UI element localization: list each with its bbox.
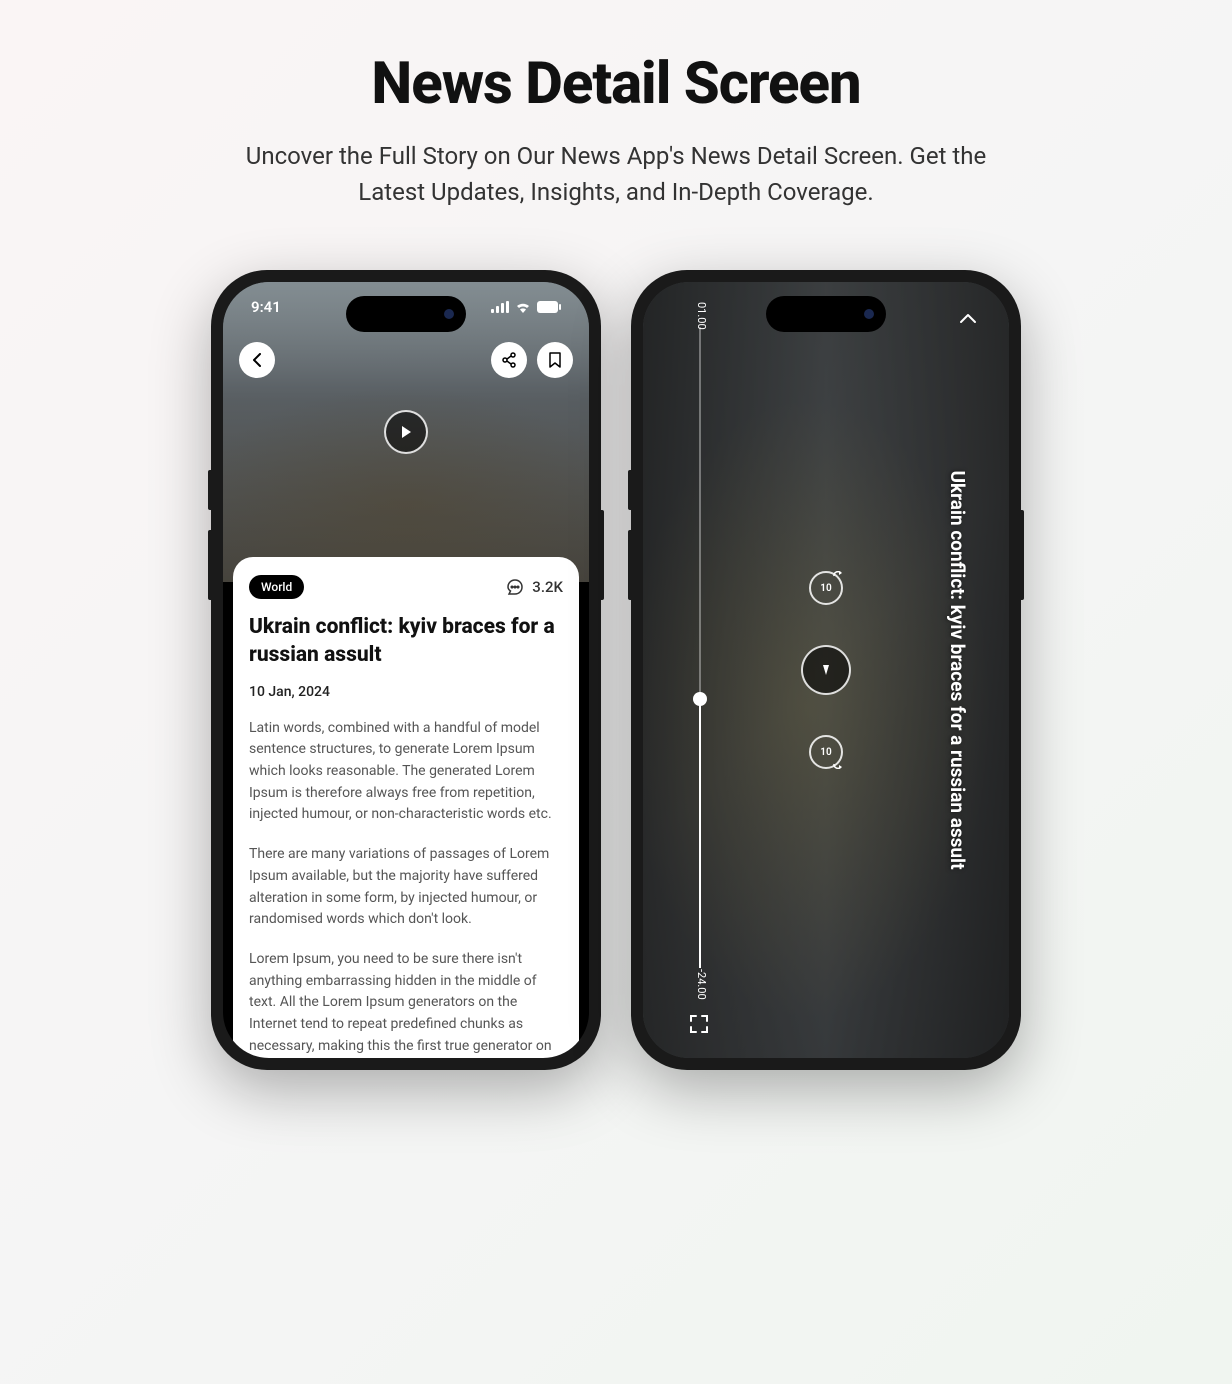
play-button[interactable] xyxy=(384,410,428,454)
phone-mockup-detail: 9:41 xyxy=(211,270,601,1070)
article-card: World 3.2K Ukrain conflict: kyiv braces … xyxy=(233,557,579,1058)
article-body: Latin words, combined with a handful of … xyxy=(249,718,563,1058)
phone-mockup-video: Ukrain conflict: kyiv braces for a russi… xyxy=(631,270,1021,1070)
video-player: Ukrain conflict: kyiv braces for a russi… xyxy=(643,282,1009,1058)
article-paragraph: Latin words, combined with a handful of … xyxy=(249,718,563,826)
bookmark-icon xyxy=(548,352,562,368)
battery-icon xyxy=(537,301,561,313)
share-button[interactable] xyxy=(491,342,527,378)
video-current-time: -24.00 xyxy=(695,969,708,1000)
skip-back-button[interactable]: 10 xyxy=(809,571,843,605)
page-subtitle: Uncover the Full Story on Our News App's… xyxy=(226,138,1006,210)
signal-icon xyxy=(491,301,509,313)
article-title: Ukrain conflict: kyiv braces for a russi… xyxy=(249,613,563,670)
phone-notch xyxy=(766,296,886,332)
skip-back-arrow-icon xyxy=(833,571,843,581)
video-total-time: 01.00 xyxy=(695,302,708,330)
comment-icon xyxy=(506,578,524,596)
article-date: 10 Jan, 2024 xyxy=(249,684,563,700)
video-progress-bar[interactable] xyxy=(699,327,701,968)
video-back-button[interactable] xyxy=(959,310,977,329)
video-title: Ukrain conflict: kyiv braces for a russi… xyxy=(946,470,969,869)
status-time: 9:41 xyxy=(251,298,281,316)
back-button[interactable] xyxy=(239,342,275,378)
skip-forward-label: 10 xyxy=(820,747,831,758)
skip-forward-button[interactable]: 10 xyxy=(809,735,843,769)
wifi-icon xyxy=(515,301,531,313)
page-title: News Detail Screen xyxy=(20,50,1212,118)
play-icon xyxy=(399,425,413,439)
comments-count[interactable]: 3.2K xyxy=(506,578,563,596)
status-icons xyxy=(491,301,561,313)
video-progress-fill xyxy=(699,699,701,968)
play-icon xyxy=(819,663,833,677)
phone-notch xyxy=(346,296,466,332)
bookmark-button[interactable] xyxy=(537,342,573,378)
chevron-left-icon xyxy=(252,353,262,367)
category-chip[interactable]: World xyxy=(249,575,304,599)
video-progress-thumb[interactable] xyxy=(693,692,707,706)
skip-back-label: 10 xyxy=(820,583,831,594)
video-play-button[interactable] xyxy=(801,645,851,695)
article-paragraph: There are many variations of passages of… xyxy=(249,844,563,931)
fullscreen-button[interactable] xyxy=(689,1014,709,1038)
share-icon xyxy=(501,352,517,368)
chevron-up-icon xyxy=(959,313,977,325)
comments-value: 3.2K xyxy=(532,578,563,596)
skip-forward-arrow-icon xyxy=(833,759,843,769)
fullscreen-icon xyxy=(689,1014,709,1034)
article-paragraph: Lorem Ipsum, you need to be sure there i… xyxy=(249,949,563,1058)
